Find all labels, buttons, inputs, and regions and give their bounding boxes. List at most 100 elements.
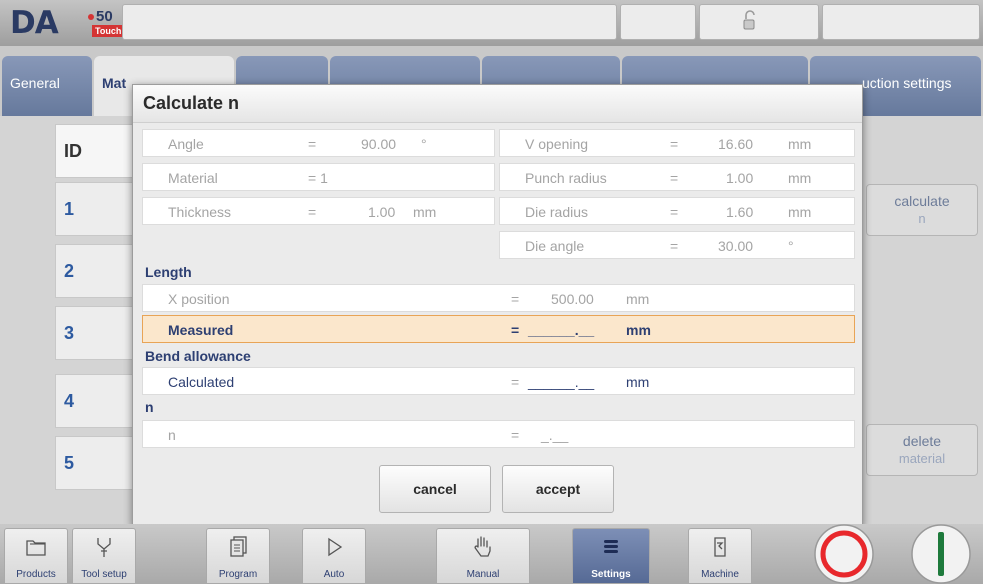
unlock-icon: [743, 10, 755, 30]
param-row-material: Material = 1: [142, 163, 495, 191]
play-icon: [328, 537, 343, 557]
param-row-thickness: Thickness = 1.00 mm: [142, 197, 495, 225]
calculated-bend-allowance-row: Calculated = ______.__ mm: [142, 367, 855, 395]
nav-manual[interactable]: Manual: [436, 528, 530, 584]
param-label: Angle: [168, 136, 204, 152]
table-row[interactable]: 1: [55, 182, 135, 236]
nav-label: Tool setup: [81, 569, 127, 580]
section-length: Length: [145, 264, 192, 280]
nav-settings[interactable]: Settings: [572, 528, 650, 584]
button-sublabel: material: [898, 451, 946, 466]
param-row-angle: Angle = 90.00 °: [142, 129, 495, 157]
param-label: Die radius: [525, 204, 589, 220]
logo-text: DA: [10, 5, 59, 41]
param-eq: =: [670, 136, 679, 152]
param-label: Material: [168, 170, 218, 186]
row-eq: =: [511, 291, 520, 307]
hand-icon: [474, 536, 491, 557]
row-label: Measured: [168, 322, 234, 338]
x-position-row: X position = 500.00 mm: [142, 284, 855, 312]
param-eq: =: [670, 170, 679, 186]
section-n: n: [145, 399, 154, 415]
stop-button[interactable]: [811, 522, 877, 584]
measured-length-input[interactable]: Measured = ______.__ mm: [142, 315, 855, 343]
delete-material-button[interactable]: delete material: [866, 424, 978, 476]
nav-label: Auto: [323, 569, 345, 580]
param-eq: = 1: [308, 170, 328, 186]
row-unit: mm: [626, 374, 650, 390]
status-field-2: [620, 4, 696, 40]
row-value: ______.__: [528, 374, 595, 390]
calculate-n-button[interactable]: calculate n: [866, 184, 978, 236]
calculate-n-dialog: Calculate n Angle = 90.00 ° Material = 1…: [132, 84, 863, 527]
param-label: V opening: [525, 136, 589, 152]
program-icon: [230, 536, 247, 557]
start-button[interactable]: [906, 522, 972, 584]
nav-label: Products: [16, 569, 56, 580]
param-unit: mm: [413, 204, 437, 220]
da50-logo: DA 50 Touch: [10, 5, 125, 41]
table-row[interactable]: 5: [55, 436, 135, 490]
row-unit: mm: [626, 322, 651, 338]
lock-field[interactable]: [699, 4, 819, 40]
tab-general[interactable]: General: [2, 56, 92, 116]
table-row[interactable]: 3: [55, 306, 135, 360]
param-unit: °: [421, 136, 427, 152]
nav-label: Program: [218, 569, 258, 580]
button-sublabel: n: [918, 211, 926, 226]
param-row-die-angle: Die angle = 30.00 °: [499, 231, 855, 259]
nav-machine[interactable]: Machine: [688, 528, 752, 584]
param-unit: °: [788, 238, 794, 254]
param-row-die-radius: Die radius = 1.60 mm: [499, 197, 855, 225]
logo-edition: Touch: [92, 25, 125, 37]
param-value: 1.00: [726, 170, 754, 186]
accept-button[interactable]: accept: [502, 465, 614, 513]
param-eq: =: [670, 204, 679, 220]
cancel-button[interactable]: cancel: [379, 465, 491, 513]
nav-auto[interactable]: Auto: [302, 528, 366, 584]
param-row-punch-radius: Punch radius = 1.00 mm: [499, 163, 855, 191]
nav-label: Manual: [466, 569, 500, 580]
table-header-id: ID: [55, 124, 135, 178]
param-label: Punch radius: [525, 170, 607, 186]
row-label: n: [168, 427, 176, 443]
row-value: ______.__: [528, 322, 595, 338]
button-label: calculate: [894, 193, 950, 209]
table-row[interactable]: 2: [55, 244, 135, 298]
param-unit: mm: [788, 170, 812, 186]
param-value: 90.00: [361, 136, 397, 152]
row-eq: =: [511, 427, 520, 443]
status-field-3: [822, 4, 980, 40]
tool-icon: [97, 538, 111, 557]
table-row[interactable]: 4: [55, 374, 135, 428]
nav-tool-setup[interactable]: Tool setup: [72, 528, 136, 584]
param-value: 1.60: [726, 204, 754, 220]
param-value: 30.00: [718, 238, 754, 254]
row-label: Calculated: [168, 374, 235, 390]
param-row-v-opening: V opening = 16.60 mm: [499, 129, 855, 157]
row-value: 500.00: [551, 291, 594, 307]
nav-label: Settings: [591, 569, 631, 580]
row-label: X position: [168, 291, 230, 307]
param-label: Die angle: [525, 238, 585, 254]
list-icon: [604, 540, 618, 553]
button-label: delete: [902, 433, 942, 449]
row-eq: =: [511, 322, 520, 338]
row-unit: mm: [626, 291, 650, 307]
machine-icon: [714, 537, 726, 557]
nav-products[interactable]: Products: [4, 528, 68, 584]
param-eq: =: [308, 204, 317, 220]
nav-program[interactable]: Program: [206, 528, 270, 584]
top-bar: DA 50 Touch: [0, 0, 983, 46]
param-eq: =: [308, 136, 317, 152]
status-field: [122, 4, 617, 40]
param-label: Thickness: [168, 204, 232, 220]
nav-label: Machine: [701, 569, 739, 580]
row-value: _.__: [541, 427, 569, 443]
dialog-title: Calculate n: [133, 85, 862, 123]
folder-icon: [26, 540, 46, 556]
param-unit: mm: [788, 136, 812, 152]
section-bend-allowance: Bend allowance: [145, 348, 251, 364]
n-result-row: n = _.__: [142, 420, 855, 448]
param-value: 1.00: [368, 204, 396, 220]
